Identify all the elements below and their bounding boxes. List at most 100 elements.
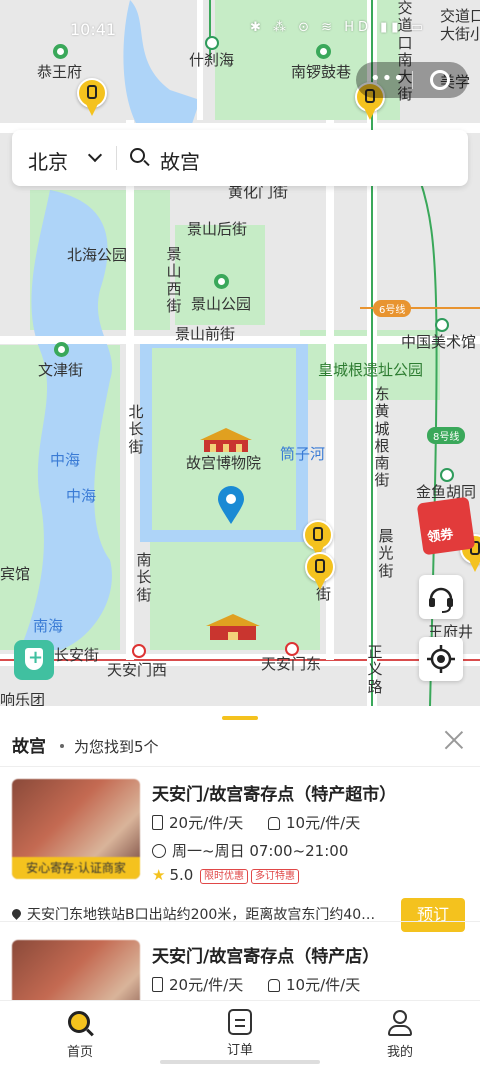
rating: ★ 5.0 [152, 866, 194, 884]
search-icon [130, 148, 150, 167]
insurance-button[interactable] [14, 640, 54, 680]
promo-badge: 多订特惠 [251, 869, 299, 884]
tab-orders[interactable]: 订单 [210, 1009, 270, 1058]
suitcase-icon [152, 977, 163, 992]
map-label: 景山公园 [191, 295, 252, 313]
storage-map-pin[interactable] [305, 552, 335, 592]
price-bag: 10元/件/天 [268, 974, 360, 995]
customer-service-button[interactable] [419, 575, 463, 619]
map-label: 北长街 [128, 403, 144, 456]
tab-label: 我的 [386, 1045, 413, 1060]
results-title: 故宫 [12, 737, 46, 757]
map-label: 中国美术馆 [401, 333, 477, 351]
home-indicator [160, 1060, 320, 1064]
subway-icon [132, 644, 146, 658]
close-icon[interactable] [442, 728, 466, 752]
status-time: 10:41 [70, 20, 117, 39]
map-label: 恭王府 [37, 63, 83, 81]
tab-me[interactable]: 我的 [370, 1009, 430, 1060]
store-title: 天安门/故宫寄存点（特产店） [152, 947, 380, 967]
map-label: 响乐团 [0, 691, 46, 706]
map-label: 东黄城根南街 [374, 385, 390, 490]
park-poi-icon [54, 342, 69, 357]
results-count: 为您找到5个 [74, 738, 159, 756]
subway-icon [435, 318, 449, 332]
headset-icon [429, 587, 453, 613]
map-label: 景山后街 [187, 220, 248, 238]
map-label: 筒子河 [280, 445, 326, 463]
park-poi-icon [316, 44, 331, 59]
metro-line-tag: 8号线 [427, 427, 466, 444]
locate-icon [427, 645, 455, 673]
shield-icon [25, 647, 43, 670]
map-label: 中海 [50, 451, 81, 469]
chevron-down-icon[interactable] [87, 147, 103, 163]
location-marker-icon [218, 486, 244, 524]
sheet-handle[interactable] [222, 716, 258, 720]
status-bar: 10:41 ✱ ⁂ ⊙ ≋ HD ▮▮ ▭ [0, 20, 480, 44]
separator-dot [60, 744, 64, 748]
store-thumbnail: 安心寄存·认证商家 [12, 779, 140, 879]
suitcase-icon [152, 815, 163, 830]
palace-icon [200, 428, 252, 452]
map-label: 景山西街 [166, 245, 182, 315]
order-icon [228, 1009, 252, 1035]
map-label: 皇城根遗址公园 [318, 361, 424, 379]
capsule-divider [412, 71, 413, 89]
storage-map-pin[interactable] [77, 78, 107, 118]
tab-label: 首页 [66, 1045, 93, 1060]
coupon-button[interactable]: 领券 [416, 496, 476, 556]
map-label: 南锣鼓巷 [291, 63, 352, 81]
map-label: 天安门东 [261, 655, 322, 673]
subway-icon [440, 468, 454, 482]
verified-tag: 安心寄存·认证商家 [12, 857, 140, 879]
map-label: 天安门西 [107, 661, 168, 679]
clock-icon [152, 844, 166, 858]
map-label: 故宫博物院 [186, 454, 262, 472]
map-label: 正义路 [367, 643, 383, 696]
map-label: 什刹海 [189, 51, 235, 69]
tab-bar: 首页 订单 我的 [0, 1000, 480, 1066]
tab-home[interactable]: 首页 [50, 1009, 110, 1060]
price-bag: 10元/件/天 [268, 812, 360, 833]
store-thumbnail [12, 940, 140, 1000]
promo-badge: 限时优惠 [200, 869, 248, 884]
storage-card[interactable]: 天安门/故宫寄存点（特产店） 20元/件/天 10元/件/天 [0, 922, 480, 1000]
search-home-icon [66, 1009, 94, 1037]
metro-line-tag: 6号线 [373, 300, 412, 317]
miniprogram-capsule: ••• [356, 62, 468, 98]
map-label: 景山前街 [175, 325, 236, 343]
locate-me-button[interactable] [419, 637, 463, 681]
star-icon: ★ [152, 866, 166, 884]
map-label: 北海公园 [67, 246, 128, 264]
map-label: 宾馆 [0, 565, 31, 583]
map-label: 南海 [33, 617, 64, 635]
park-poi-icon [53, 44, 68, 59]
status-icons: ✱ ⁂ ⊙ ≋ HD ▮▮ ▭ [250, 20, 427, 35]
price-box: 20元/件/天 [152, 812, 243, 833]
results-sheet: 故宫 为您找到5个 安心寄存·认证商家 天安门/故宫寄存点（特产超市） 20元/件… [0, 706, 480, 1000]
storage-card[interactable]: 安心寄存·认证商家 天安门/故宫寄存点（特产超市） 20元/件/天 10元/件/… [0, 766, 480, 932]
park-poi-icon [214, 274, 229, 289]
bag-icon [268, 979, 280, 992]
map-base [0, 0, 480, 706]
user-icon [386, 1009, 414, 1037]
map-label: 黄化门街 [228, 183, 289, 201]
map-label: 南长街 [136, 551, 152, 604]
close-miniprogram-icon[interactable] [430, 70, 450, 90]
price-box: 20元/件/天 [152, 974, 243, 995]
search-input[interactable]: 故宫 [160, 146, 200, 175]
search-bar: 北京 故宫 [12, 130, 468, 186]
map-view[interactable]: 恭王府 什刹海 南锣鼓巷 交道口 大街小 交道口南大街 美学 黄化门街 北海公园… [0, 0, 480, 706]
city-selector[interactable]: 北京 [28, 146, 68, 175]
map-label: 晨光街 [378, 527, 394, 580]
tab-label: 订单 [226, 1043, 253, 1058]
search-divider [116, 146, 117, 170]
map-label: 长安街 [54, 646, 100, 664]
store-title: 天安门/故宫寄存点（特产超市） [152, 785, 397, 805]
subway-icon [285, 642, 299, 656]
map-label: 文津街 [38, 361, 84, 379]
opening-hours: 周一~周日 07:00~21:00 [152, 840, 348, 861]
tiananmen-icon [206, 614, 260, 640]
more-icon[interactable]: ••• [370, 68, 405, 89]
